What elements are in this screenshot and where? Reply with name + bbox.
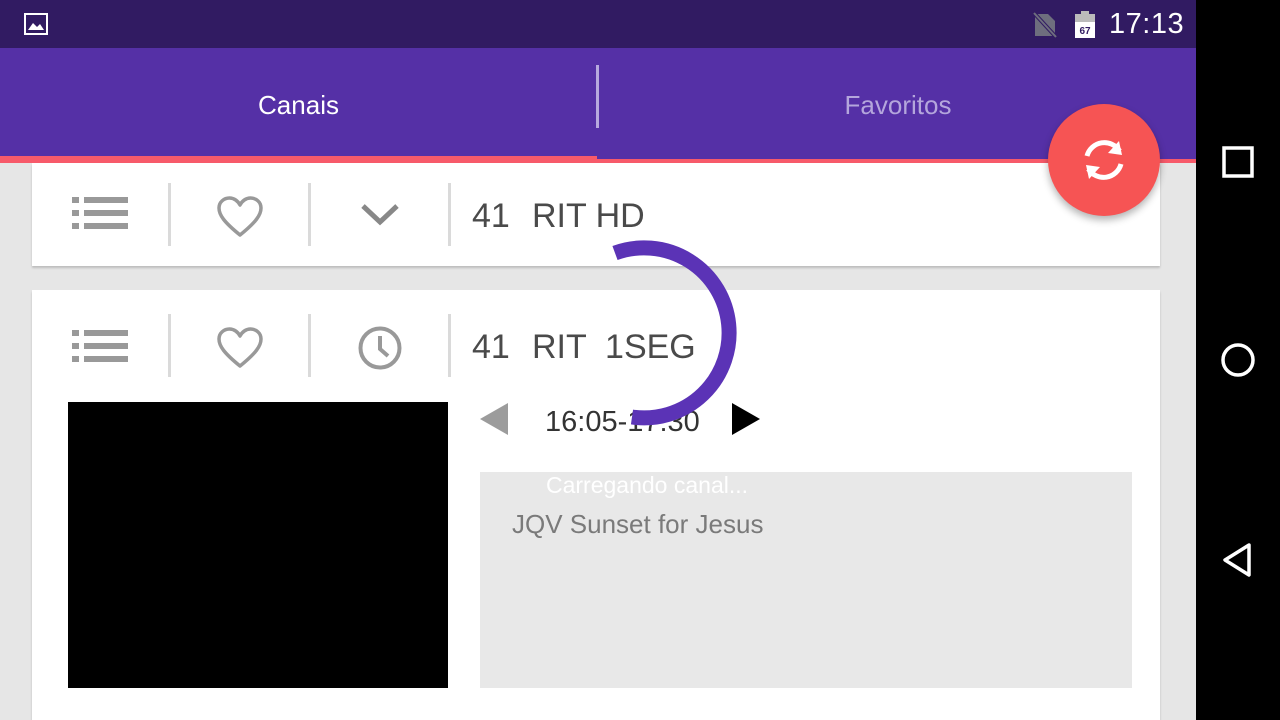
separator bbox=[448, 314, 451, 377]
list-icon[interactable] bbox=[70, 195, 130, 231]
refresh-button[interactable] bbox=[1048, 104, 1160, 216]
loading-text: Carregando canal... bbox=[546, 472, 749, 498]
separator bbox=[308, 183, 311, 246]
clock-icon[interactable] bbox=[357, 325, 403, 371]
gallery-icon bbox=[24, 13, 48, 35]
chevron-down-icon[interactable] bbox=[360, 203, 400, 227]
channel-number: 41 bbox=[472, 197, 510, 235]
tab-divider bbox=[596, 65, 599, 128]
loading-spinner-icon bbox=[612, 240, 737, 426]
video-player[interactable] bbox=[68, 402, 448, 688]
separator bbox=[168, 314, 171, 377]
tab-canais[interactable]: Canais bbox=[0, 48, 597, 163]
recents-icon[interactable] bbox=[1218, 142, 1258, 182]
tab-indicator-selected bbox=[0, 156, 597, 163]
clock-time: 17:13 bbox=[1109, 8, 1185, 40]
navigation-bar bbox=[1196, 0, 1280, 720]
heart-icon[interactable] bbox=[217, 327, 263, 369]
separator bbox=[448, 183, 451, 246]
list-icon[interactable] bbox=[70, 328, 130, 364]
heart-icon[interactable] bbox=[217, 196, 263, 238]
channel-number: 41 bbox=[472, 328, 510, 366]
battery-level: 67 bbox=[1079, 26, 1091, 37]
prev-program-icon[interactable] bbox=[478, 402, 510, 436]
program-title: JQV Sunset for Jesus bbox=[512, 509, 764, 539]
home-icon[interactable] bbox=[1218, 340, 1258, 380]
program-description: JQV Sunset for Jesus bbox=[480, 472, 1132, 688]
status-bar: 67 17:13 bbox=[0, 0, 1196, 48]
separator bbox=[168, 183, 171, 246]
refresh-icon bbox=[1084, 140, 1124, 180]
battery-icon: 67 bbox=[1075, 11, 1095, 38]
tab-bar: Canais Favoritos bbox=[0, 48, 1196, 163]
channel-name: RIT HD bbox=[532, 197, 645, 235]
back-icon[interactable] bbox=[1218, 540, 1258, 580]
separator bbox=[308, 314, 311, 377]
no-sim-icon bbox=[1033, 12, 1057, 38]
